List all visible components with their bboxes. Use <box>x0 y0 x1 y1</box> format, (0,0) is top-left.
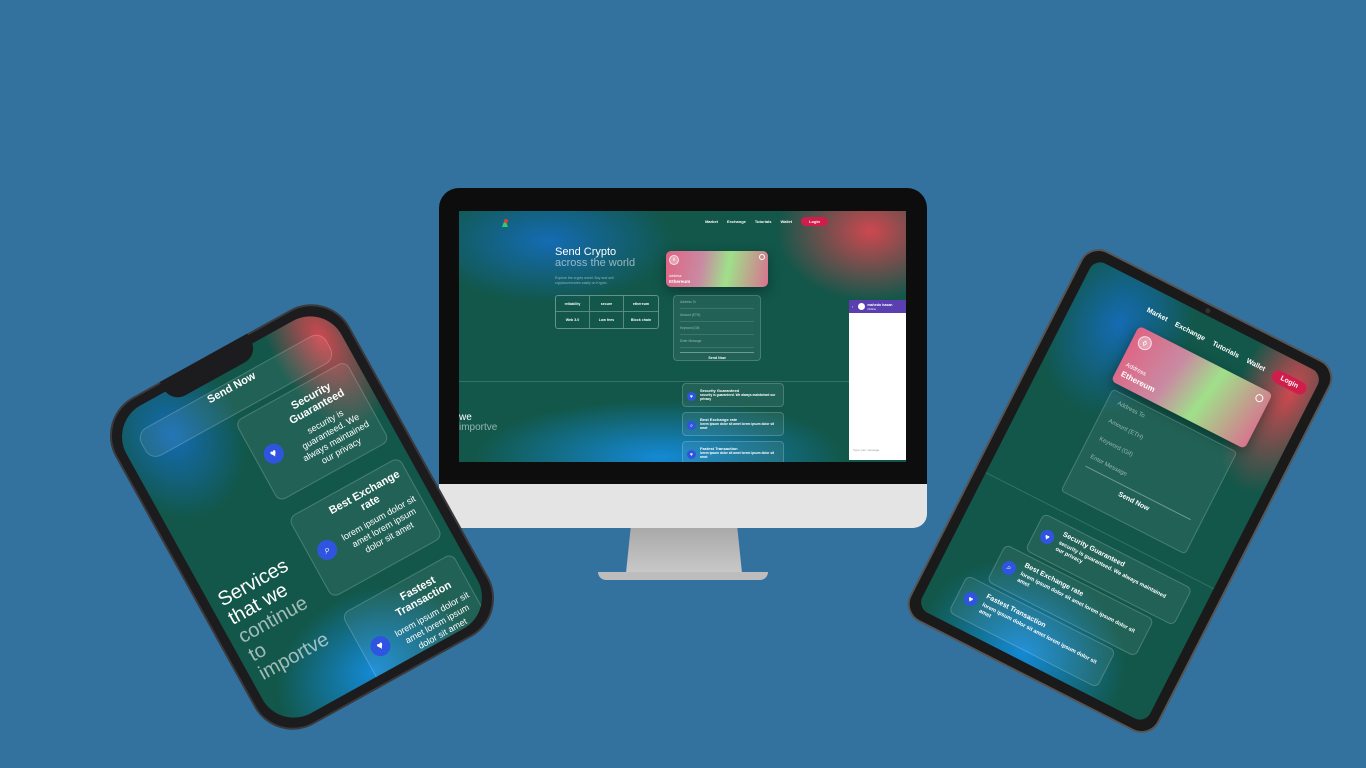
keyword-field[interactable]: Keyword (Gif) <box>680 322 754 335</box>
shield-heart-icon: ♥ <box>260 440 288 468</box>
feature-ethereum: ethereum <box>624 296 658 312</box>
section-divider <box>459 381 906 382</box>
services-heading-line2: importve <box>459 422 498 433</box>
card-network: Ethereum <box>669 279 691 284</box>
chat-contact-name: mahedo hasan <box>867 302 893 307</box>
avatar-icon <box>858 303 866 310</box>
nav-tutorials[interactable]: Tutorials <box>755 219 772 224</box>
hero-subtitle: Explore the crypto world. Buy and sell c… <box>555 276 614 285</box>
chat-status: Online <box>867 306 877 311</box>
ethereum-icon: ◊ <box>1135 333 1155 353</box>
service-desc: security is guaranteed. We always mainta… <box>700 393 776 401</box>
heart-icon: ♥ <box>366 632 395 660</box>
monitor-foot <box>598 572 768 580</box>
shield-heart-icon: ♥ <box>1037 527 1057 547</box>
feature-secure: secure <box>590 296 624 312</box>
shield-heart-icon: ♥ <box>687 392 696 401</box>
nav-exchange[interactable]: Exchange <box>727 219 746 224</box>
phone-screen: Send Now Services that we continue to im… <box>109 303 495 731</box>
search-icon: ⌕ <box>999 558 1019 578</box>
chevron-left-icon[interactable]: ‹ <box>852 304 853 309</box>
chat-input[interactable]: Type your message.. <box>853 448 881 452</box>
service-desc: lorem ipsum dolor sit amet lorem ipsum d… <box>700 422 775 430</box>
send-now-button[interactable]: Send Now <box>680 352 754 360</box>
heart-icon: ♥ <box>687 450 696 459</box>
info-icon <box>1253 392 1265 404</box>
tablet-screen: Market Exchange Tutorials Wallet Login ◊… <box>916 258 1324 724</box>
amount-field[interactable]: Amount (ETH) <box>680 309 754 322</box>
desktop-screen: Market Exchange Tutorials Wallet Login S… <box>459 211 906 462</box>
service-card-exchange: ⌕ Best Exchange rate lorem ipsum dolor si… <box>682 412 784 436</box>
feature-blockchain: Block chain <box>630 318 652 322</box>
chat-widget: ‹ mahedo hasan Online Type your message.… <box>849 300 906 460</box>
send-form: Address To Amount (ETH) Keyword (Gif) En… <box>673 295 761 361</box>
nav-exchange[interactable]: Exchange <box>1174 321 1207 342</box>
hero-title-line2: across the world <box>555 257 636 269</box>
feature-web3: Web 3.0 <box>556 312 590 328</box>
tablet-camera <box>1204 307 1212 315</box>
service-card-fast: ♥ Fastest Transaction lorem ipsum dolor s… <box>682 441 784 462</box>
card-address-label: Address <box>669 274 682 278</box>
login-button[interactable]: Login <box>801 217 828 226</box>
krypto-logo-icon[interactable] <box>501 215 509 227</box>
search-icon: ⌕ <box>313 536 341 564</box>
service-card-security: ♥ Security Guaranteed security is guarant… <box>682 383 784 407</box>
feature-low-fees: Low fees <box>590 312 624 328</box>
heart-icon: ♥ <box>961 589 981 609</box>
service-desc: lorem ipsum dolor sit amet lorem ipsum d… <box>700 451 775 459</box>
chat-header: ‹ mahedo hasan Online <box>849 300 906 313</box>
address-to-field[interactable]: Address To <box>680 296 754 309</box>
monitor-chin <box>439 484 927 528</box>
ethereum-card: ◊ Address Ethereum <box>666 251 768 287</box>
hero-title: Send Crypto across the world <box>555 247 635 269</box>
message-field[interactable]: Enter Message <box>680 335 754 348</box>
services-heading: Services that we continue to importve <box>214 555 332 685</box>
monitor-stand <box>626 528 742 573</box>
services-heading: we importve <box>459 413 497 433</box>
top-nav: Market Exchange Tutorials Wallet Login <box>705 217 828 226</box>
feature-grid: reliability secure ethereum Web 3.0 Low … <box>555 295 659 329</box>
tablet-device: Market Exchange Tutorials Wallet Login ◊… <box>900 242 1340 740</box>
nav-wallet[interactable]: Wallet <box>1245 358 1266 373</box>
ethereum-icon: ◊ <box>669 255 679 265</box>
login-button[interactable]: Login <box>1269 368 1309 397</box>
nav-tutorials[interactable]: Tutorials <box>1211 340 1240 359</box>
info-icon <box>759 254 765 260</box>
nav-market[interactable]: Market <box>1145 307 1168 323</box>
feature-reliability: reliability <box>556 296 590 312</box>
nav-wallet[interactable]: Wallet <box>780 219 792 224</box>
nav-market[interactable]: Market <box>705 219 718 224</box>
search-icon: ⌕ <box>687 421 696 430</box>
